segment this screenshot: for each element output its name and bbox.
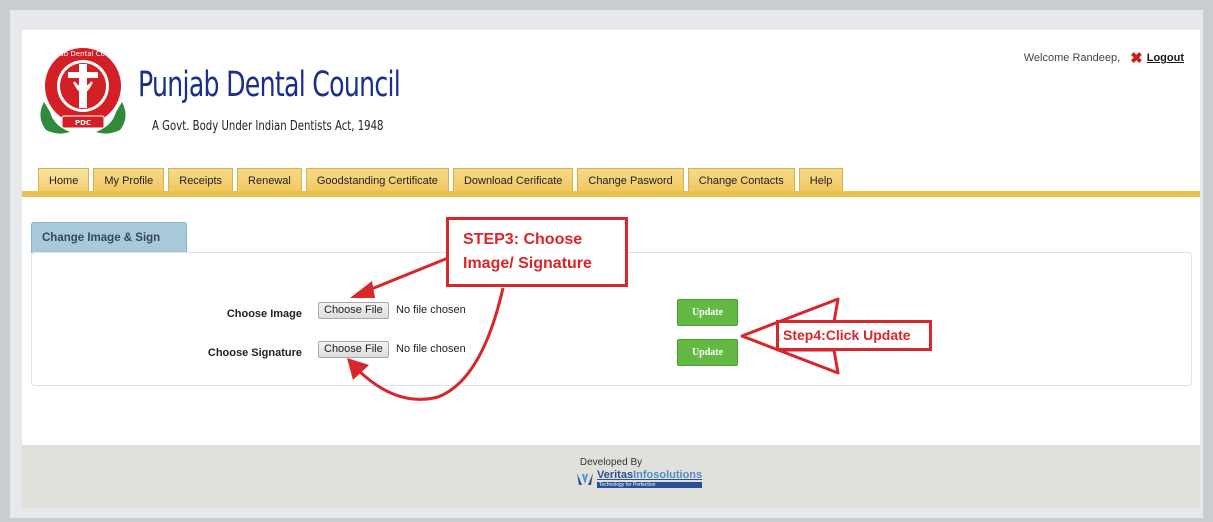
seal-center-text: PDC — [75, 119, 91, 127]
step3-line2: Image/ Signature — [463, 255, 592, 272]
tab-my-profile[interactable]: My Profile — [93, 168, 165, 191]
company-tagline: Technology for Perfection — [597, 482, 703, 488]
seal-top-text: Punjab Dental Council — [45, 50, 122, 58]
site-title: Punjab Dental Council — [138, 65, 401, 105]
nav-underline-bar — [22, 191, 1200, 197]
choose-signature-file-button[interactable]: Choose File — [318, 341, 389, 358]
tab-help[interactable]: Help — [798, 168, 844, 191]
tab-renewal[interactable]: Renewal — [237, 168, 302, 191]
site-subtitle: A Govt. Body Under Indian Dentists Act, … — [152, 119, 384, 134]
step3-callout: STEP3: Choose Image/ Signature — [446, 217, 628, 287]
tab-goodstanding-certificate[interactable]: Goodstanding Certificate — [305, 168, 449, 191]
developed-by-text: Developed By — [579, 457, 643, 468]
user-welcome: Welcome Randeep, ✖ Logout — [1024, 49, 1184, 67]
veritas-logo-icon — [577, 473, 593, 485]
choose-signature-file-status: No file chosen — [396, 343, 466, 355]
welcome-text: Welcome Randeep, — [1023, 52, 1121, 64]
footer: Developed By VeritasInfosolutions Techno… — [22, 445, 1200, 508]
section-tab-change-image-sign[interactable]: Change Image & Sign — [31, 222, 187, 253]
tab-receipts[interactable]: Receipts — [168, 168, 234, 191]
main-nav: Home My Profile Receipts Renewal Goodsta… — [38, 168, 844, 191]
tab-home[interactable]: Home — [38, 168, 90, 191]
step4-callout: Step4:Click Update — [776, 320, 932, 351]
step3-line1: STEP3: Choose — [463, 231, 583, 248]
company-name-part1: Veritas — [597, 469, 634, 481]
tab-change-password[interactable]: Change Pasword — [577, 168, 684, 191]
logout-link[interactable]: Logout — [1147, 52, 1184, 64]
tab-change-contacts[interactable]: Change Contacts — [687, 168, 795, 191]
company-name-part2: Infosolutions — [633, 469, 703, 481]
tab-download-certificate[interactable]: Download Cerificate — [452, 168, 574, 191]
choose-image-file-button[interactable]: Choose File — [318, 302, 389, 319]
veritas-logo[interactable]: VeritasInfosolutions Technology for Perf… — [576, 469, 703, 489]
update-signature-button[interactable]: Update — [677, 339, 738, 366]
choose-image-file-status: No file chosen — [396, 304, 466, 316]
choose-image-label: Choose Image — [226, 308, 302, 320]
council-seal-logo: Punjab Dental Council PDC — [40, 48, 126, 134]
update-image-button[interactable]: Update — [677, 299, 738, 326]
choose-signature-label: Choose Signature — [207, 347, 302, 359]
close-x-icon[interactable]: ✖ — [1130, 50, 1143, 67]
